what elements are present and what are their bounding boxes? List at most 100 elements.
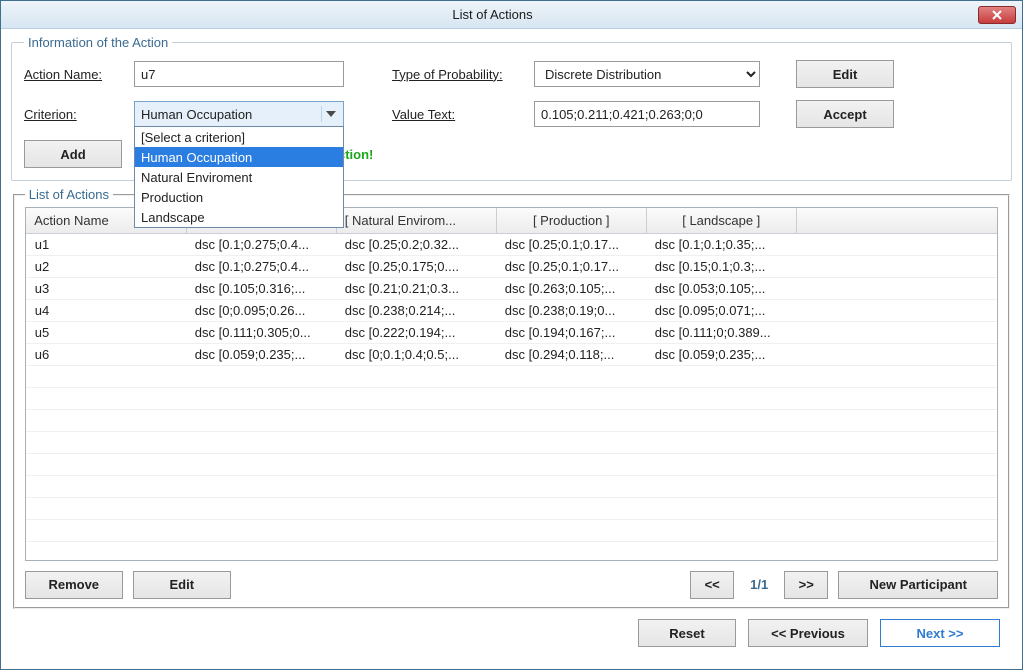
criterion-option[interactable]: Production xyxy=(135,187,343,207)
criterion-select[interactable]: Human Occupation [Select a criterion] Hu… xyxy=(134,101,344,127)
cell-empty xyxy=(646,432,796,454)
criterion-label: Criterion: xyxy=(24,107,122,122)
prev-page-button[interactable]: << xyxy=(690,571,734,599)
criterion-option[interactable]: Landscape xyxy=(135,207,343,227)
new-participant-label: New Participant xyxy=(869,577,967,592)
cell-value: dsc [0.25;0.1;0.17... xyxy=(496,256,646,278)
col-spacer xyxy=(796,208,997,234)
criterion-select-display[interactable]: Human Occupation xyxy=(134,101,344,127)
close-button[interactable] xyxy=(978,6,1016,24)
remove-button[interactable]: Remove xyxy=(25,571,123,599)
previous-button[interactable]: << Previous xyxy=(748,619,868,647)
table-row[interactable]: u2dsc [0.1;0.275;0.4...dsc [0.25;0.175;0… xyxy=(26,256,997,278)
cell-spacer xyxy=(796,322,997,344)
cell-empty xyxy=(26,454,186,476)
cell-empty xyxy=(796,476,997,498)
value-text-input[interactable] xyxy=(534,101,760,127)
table-row[interactable]: u1dsc [0.1;0.275;0.4...dsc [0.25;0.2;0.3… xyxy=(26,234,997,256)
previous-label: << Previous xyxy=(771,626,845,641)
table-row-empty xyxy=(26,498,997,520)
add-button[interactable]: Add xyxy=(24,140,122,168)
table-row-empty xyxy=(26,476,997,498)
cell-empty xyxy=(336,432,496,454)
cell-value: dsc [0.15;0.1;0.3;... xyxy=(646,256,796,278)
cell-empty xyxy=(496,410,646,432)
col-production[interactable]: [ Production ] xyxy=(496,208,646,234)
cell-empty xyxy=(26,498,186,520)
cell-value: dsc [0.1;0.1;0.35;... xyxy=(646,234,796,256)
info-fieldset: Information of the Action Action Name: T… xyxy=(11,35,1012,181)
cell-spacer xyxy=(796,300,997,322)
cell-value: dsc [0.263;0.105;... xyxy=(496,278,646,300)
table-row-empty xyxy=(26,366,997,388)
criterion-option[interactable]: Natural Enviroment xyxy=(135,167,343,187)
edit-row-button[interactable]: Edit xyxy=(133,571,231,599)
cell-value: dsc [0.105;0.316;... xyxy=(186,278,336,300)
cell-empty xyxy=(496,432,646,454)
accept-button[interactable]: Accept xyxy=(796,100,894,128)
cell-value: dsc [0.111;0.305;0... xyxy=(186,322,336,344)
next-page-button[interactable]: >> xyxy=(784,571,828,599)
cell-empty xyxy=(796,366,997,388)
value-text-label: Value Text: xyxy=(392,107,522,122)
table-row[interactable]: u3dsc [0.105;0.316;...dsc [0.21;0.21;0.3… xyxy=(26,278,997,300)
edit-button[interactable]: Edit xyxy=(796,60,894,88)
new-participant-button[interactable]: New Participant xyxy=(838,571,998,599)
reset-button[interactable]: Reset xyxy=(638,619,736,647)
reset-label: Reset xyxy=(669,626,704,641)
cell-empty xyxy=(26,432,186,454)
next-label: Next >> xyxy=(917,626,964,641)
cell-empty xyxy=(186,520,336,542)
type-of-probability-select[interactable]: Discrete Distribution xyxy=(534,61,760,87)
loa-footer: Remove Edit << 1/1 >> New Participant xyxy=(25,571,999,599)
cell-empty xyxy=(26,520,186,542)
cell-empty xyxy=(26,366,186,388)
cell-empty xyxy=(26,410,186,432)
col-landscape[interactable]: [ Landscape ] xyxy=(646,208,796,234)
cell-empty xyxy=(336,476,496,498)
cell-value: dsc [0.25;0.2;0.32... xyxy=(336,234,496,256)
page-indicator: 1/1 xyxy=(750,577,768,592)
table-row-empty xyxy=(26,520,997,542)
cell-empty xyxy=(186,476,336,498)
close-icon xyxy=(991,10,1003,20)
table-row[interactable]: u5dsc [0.111;0.305;0...dsc [0.222;0.194;… xyxy=(26,322,997,344)
cell-value: dsc [0.25;0.175;0.... xyxy=(336,256,496,278)
bottom-bar: Reset << Previous Next >> xyxy=(11,609,1012,661)
cell-value: dsc [0.1;0.275;0.4... xyxy=(186,256,336,278)
criterion-option[interactable]: [Select a criterion] xyxy=(135,127,343,147)
cell-empty xyxy=(646,366,796,388)
table-row-empty xyxy=(26,432,997,454)
cell-empty xyxy=(186,388,336,410)
cell-value: dsc [0.294;0.118;... xyxy=(496,344,646,366)
cell-empty xyxy=(796,454,997,476)
edit-button-label: Edit xyxy=(833,67,858,82)
cell-action-name: u2 xyxy=(26,256,186,278)
cell-action-name: u4 xyxy=(26,300,186,322)
loa-legend: List of Actions xyxy=(25,187,113,202)
action-name-label: Action Name: xyxy=(24,67,122,82)
table-row[interactable]: u4dsc [0;0.095;0.26...dsc [0.238;0.214;.… xyxy=(26,300,997,322)
table-row-empty xyxy=(26,454,997,476)
cell-value: dsc [0.21;0.21;0.3... xyxy=(336,278,496,300)
remove-button-label: Remove xyxy=(48,577,99,592)
cell-empty xyxy=(186,454,336,476)
cell-empty xyxy=(646,476,796,498)
cell-value: dsc [0.238;0.19;0... xyxy=(496,300,646,322)
table-row[interactable]: u6dsc [0.059;0.235;...dsc [0;0.1;0.4;0.5… xyxy=(26,344,997,366)
cell-value: dsc [0;0.095;0.26... xyxy=(186,300,336,322)
cell-empty xyxy=(26,388,186,410)
next-button[interactable]: Next >> xyxy=(880,619,1000,647)
cell-empty xyxy=(336,520,496,542)
criterion-option[interactable]: Human Occupation xyxy=(135,147,343,167)
cell-empty xyxy=(186,410,336,432)
content: Information of the Action Action Name: T… xyxy=(1,29,1022,669)
cell-value: dsc [0;0.1;0.4;0.5;... xyxy=(336,344,496,366)
cell-empty xyxy=(796,498,997,520)
action-name-input[interactable] xyxy=(134,61,344,87)
cell-action-name: u3 xyxy=(26,278,186,300)
col-natural-environment[interactable]: [ Natural Envirom... xyxy=(336,208,496,234)
edit-row-button-label: Edit xyxy=(169,577,194,592)
cell-empty xyxy=(496,366,646,388)
cell-value: dsc [0.059;0.235;... xyxy=(646,344,796,366)
